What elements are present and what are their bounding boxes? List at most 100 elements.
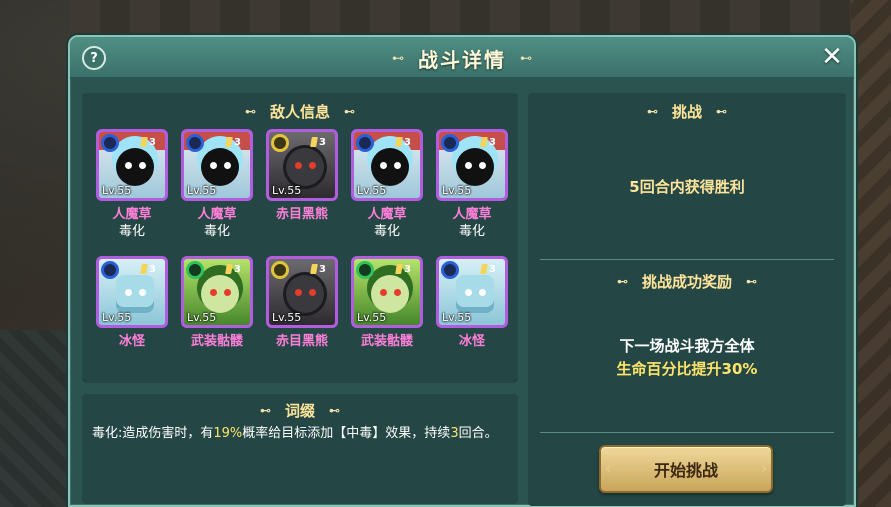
ornament-icon: ⊷ xyxy=(646,105,658,118)
enemy-card[interactable]: 3 Lv.55 武装骷髅 xyxy=(177,256,257,376)
monster-eye xyxy=(309,289,316,296)
monster-eye xyxy=(380,289,387,296)
element-icon xyxy=(271,261,289,279)
star-count: 3 xyxy=(234,136,241,148)
card-icon xyxy=(480,137,488,147)
monster-eye xyxy=(224,162,231,169)
enemy-portrait: 3 Lv.55 xyxy=(96,256,168,328)
reward-title: ⊷ 挑战成功奖励 ⊷ xyxy=(528,271,846,292)
card-icon xyxy=(140,264,148,274)
enemy-level: Lv.55 xyxy=(102,184,132,197)
affix-section: ⊷ 词缀 ⊷ 毒化:造成伤害时，有19%概率给目标添加【中毒】效果，持续3回合。 xyxy=(82,394,518,504)
ornament-icon: ⊷ xyxy=(392,51,404,65)
card-icon xyxy=(310,264,318,274)
ornament-icon: ⊷ xyxy=(329,404,340,417)
monster-eye xyxy=(125,289,132,296)
section-title: 挑战 xyxy=(671,103,702,121)
challenge-goal: 5回合内获得胜利 xyxy=(629,178,745,196)
star-badge: 3 xyxy=(140,262,163,276)
page-title: 战斗详情 xyxy=(418,47,506,72)
ornament-icon: ⊷ xyxy=(520,51,532,65)
star-count: 3 xyxy=(149,136,156,148)
affix-chance: 19% xyxy=(213,426,243,441)
monster-head xyxy=(116,148,154,186)
enemy-card[interactable]: 3 Lv.55 赤目黑熊 xyxy=(262,256,342,376)
element-icon xyxy=(186,261,204,279)
enemy-name: 武装骷髅 xyxy=(360,334,413,349)
enemy-portrait: 3 Lv.55 xyxy=(436,256,508,328)
enemy-card[interactable]: 3 Lv.55 人魔草 毒化 xyxy=(92,129,172,249)
challenge-section: ⊷ 挑战 ⊷ 5回合内获得胜利 ⊷ 挑战成功奖励 ⊷ 下一场战斗我方全体 生命百… xyxy=(528,93,846,506)
element-icon xyxy=(441,134,459,152)
star-count: 3 xyxy=(319,263,326,275)
enemy-name: 赤目黑熊 xyxy=(275,334,328,349)
affix-title: ⊷ 词缀 ⊷ xyxy=(82,400,518,421)
enemy-level: Lv.55 xyxy=(187,311,217,324)
star-count: 3 xyxy=(404,263,411,275)
enemy-name: 冰怪 xyxy=(118,334,145,349)
enemy-level: Lv.55 xyxy=(442,184,472,197)
star-badge: 3 xyxy=(395,135,418,149)
section-title: 挑战成功奖励 xyxy=(641,273,732,291)
enemy-card[interactable]: 3 Lv.55 人魔草 毒化 xyxy=(432,129,512,249)
card-icon xyxy=(140,137,148,147)
enemy-card[interactable]: 3 Lv.55 冰怪 xyxy=(432,256,512,376)
ornament-icon: ⊷ xyxy=(244,105,256,118)
monster-head xyxy=(201,148,239,186)
reward-text-line2: 生命百分比提升30% xyxy=(616,360,758,378)
monster-eye xyxy=(309,162,316,169)
monster-eye xyxy=(394,289,401,296)
enemy-name: 武装骷髅 xyxy=(190,334,243,349)
monster-head xyxy=(371,148,409,186)
reward-text-line1: 下一场战斗我方全体 xyxy=(619,337,755,355)
star-count: 3 xyxy=(234,263,241,275)
monster-eye xyxy=(465,162,472,169)
element-icon xyxy=(101,134,119,152)
enemy-name: 人魔草 xyxy=(197,207,237,222)
enemy-card[interactable]: 3 Lv.55 冰怪 xyxy=(92,256,172,376)
ornament-icon: ⊷ xyxy=(616,275,628,288)
button-ornament-icon: › xyxy=(761,461,767,477)
enemy-level: Lv.55 xyxy=(187,184,217,197)
divider xyxy=(540,259,834,260)
star-badge: 3 xyxy=(225,135,248,149)
title-wrap: ⊷ 战斗详情 ⊷ xyxy=(70,37,854,79)
monster-head xyxy=(456,275,494,313)
affix-text-part: 回合。 xyxy=(458,426,498,441)
panel-header: ? ⊷ 战斗详情 ⊷ ✕ xyxy=(70,37,854,79)
start-challenge-button[interactable]: ‹ 开始挑战 › xyxy=(599,445,773,493)
monster-head xyxy=(286,275,324,313)
enemy-level: Lv.55 xyxy=(102,311,132,324)
monster-eye xyxy=(210,162,217,169)
card-icon xyxy=(395,137,403,147)
ornament-icon: ⊷ xyxy=(716,105,727,118)
star-count: 3 xyxy=(404,136,411,148)
enemy-trait: 毒化 xyxy=(203,224,230,239)
star-badge: 3 xyxy=(140,135,163,149)
enemy-card[interactable]: 3 Lv.55 人魔草毒化 xyxy=(177,129,257,249)
ornament-icon: ⊷ xyxy=(259,404,271,417)
card-icon xyxy=(480,264,488,274)
ornament-icon: ⊷ xyxy=(746,275,757,288)
enemy-level: Lv.55 xyxy=(357,184,387,197)
start-button-label: 开始挑战 xyxy=(653,461,718,480)
monster-eye xyxy=(479,162,486,169)
star-count: 3 xyxy=(489,136,496,148)
enemy-portrait: 3 Lv.55 xyxy=(96,129,168,201)
background-scenery-left xyxy=(0,330,70,507)
element-icon xyxy=(356,134,374,152)
enemy-level: Lv.55 xyxy=(357,311,387,324)
enemy-level: Lv.55 xyxy=(272,311,302,324)
affix-text-part: 毒化:造成伤害时，有 xyxy=(92,426,214,441)
card-icon xyxy=(225,137,233,147)
enemy-card[interactable]: 3 Lv.55 武装骷髅 xyxy=(347,256,427,376)
affix-description: 毒化:造成伤害时，有19%概率给目标添加【中毒】效果，持续3回合。 xyxy=(92,424,512,444)
element-icon xyxy=(186,134,204,152)
battle-details-panel: ? ⊷ 战斗详情 ⊷ ✕ ⊷ 敌人信息 ⊷ 3 Lv.55 人魔草 毒化 3 Lv.55 人… xyxy=(68,35,856,507)
monster-eye xyxy=(465,289,472,296)
affix-text-part: 概率给目标添加【中毒】效果，持续 xyxy=(242,426,451,441)
enemy-card[interactable]: 3 Lv.55 赤目黑熊 xyxy=(262,129,342,249)
enemy-card[interactable]: 3 Lv.55 人魔草 毒化 xyxy=(347,129,427,249)
close-button[interactable]: ✕ xyxy=(818,43,846,71)
star-badge: 3 xyxy=(395,262,418,276)
